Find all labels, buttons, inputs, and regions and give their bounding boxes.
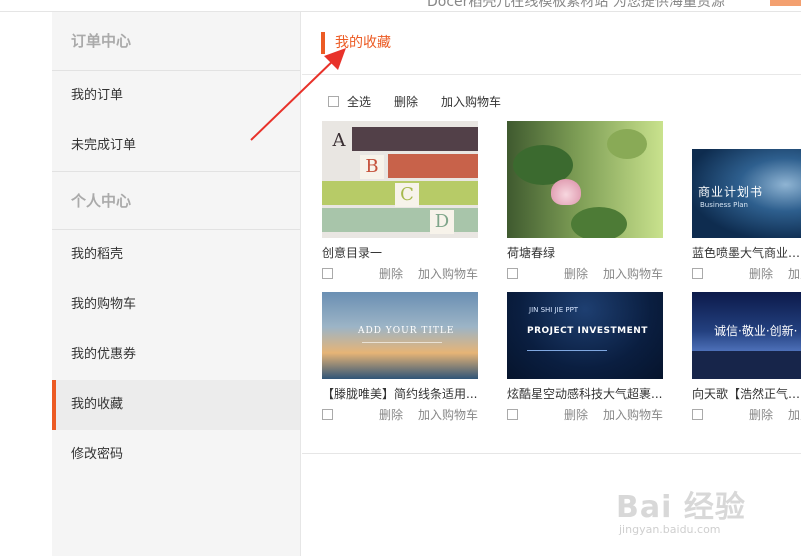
card-title[interactable]: 【滕胧唯美】简约线条适用... bbox=[322, 386, 478, 402]
sidebar-item-unfinished-orders[interactable]: 未完成订单 bbox=[52, 121, 300, 171]
thumb-lotus bbox=[551, 179, 581, 205]
card-add-to-cart-button[interactable]: 加入购物车 bbox=[603, 406, 663, 423]
card-title[interactable]: 蓝色喷墨大气商业计划书 bbox=[692, 245, 801, 261]
card-thumbnail[interactable]: ADD YOUR TITLE bbox=[322, 292, 478, 379]
thumb-line bbox=[527, 350, 607, 351]
thumb-skyline bbox=[692, 351, 801, 379]
watermark-logo: Bai 经验 bbox=[616, 490, 746, 525]
delete-button[interactable]: 删除 bbox=[394, 93, 418, 110]
watermark: Bai 经验 jingyan.baidu.com bbox=[616, 482, 746, 536]
title-divider bbox=[302, 74, 801, 75]
main-panel: 我的收藏 全选 删除 加入购物车 A B C D 创意目录一 删除 加入购物车 bbox=[302, 12, 801, 556]
card-checkbox[interactable] bbox=[507, 408, 518, 420]
sidebar-section-orders: 订单中心 bbox=[52, 12, 300, 71]
thumb-title: 商业计划书 bbox=[698, 185, 764, 199]
thumb-letter: D bbox=[430, 210, 454, 234]
sidebar-item-change-password[interactable]: 修改密码 bbox=[52, 430, 300, 480]
thumb-subtitle: Business Plan bbox=[700, 201, 748, 209]
card-actions: 删除 加入购物车 bbox=[507, 406, 663, 423]
card-checkbox[interactable] bbox=[692, 408, 703, 420]
card-actions: 删除 加入购物车 bbox=[322, 406, 478, 423]
thumb-title: ADD YOUR TITLE bbox=[358, 326, 455, 336]
card-actions: 删除 加入购物车 bbox=[692, 266, 801, 280]
sidebar-item-my-docer[interactable]: 我的稻壳 bbox=[52, 230, 300, 280]
thumb-leaf bbox=[607, 129, 647, 159]
card-checkbox[interactable] bbox=[322, 267, 333, 279]
bottom-divider bbox=[302, 453, 801, 454]
card-add-to-cart-button[interactable]: 加入购物车 bbox=[418, 406, 478, 423]
card-add-to-cart-button[interactable]: 加入购物车 bbox=[788, 406, 801, 422]
card-title[interactable]: 荷塘春绿 bbox=[507, 245, 663, 261]
select-all-label[interactable]: 全选 bbox=[347, 93, 371, 110]
thumb-bar bbox=[388, 154, 478, 178]
card-thumbnail[interactable]: JIN SHI JIE PPT PROJECT INVESTMENT bbox=[507, 292, 663, 379]
card-add-to-cart-button[interactable]: 加入购物车 bbox=[418, 265, 478, 282]
thumb-letter: C bbox=[395, 183, 419, 207]
favorite-card: 商业计划书 Business Plan 蓝色喷墨大气商业计划书 删除 加入购物车 bbox=[692, 149, 801, 280]
thumb-title: PROJECT INVESTMENT bbox=[527, 326, 648, 336]
card-thumbnail[interactable] bbox=[507, 121, 663, 238]
card-actions: 删除 加入购物车 bbox=[322, 265, 478, 282]
card-delete-button[interactable]: 删除 bbox=[379, 265, 403, 282]
top-banner-accent bbox=[770, 0, 801, 6]
thumb-letter: B bbox=[360, 155, 384, 179]
card-delete-button[interactable]: 删除 bbox=[749, 406, 773, 422]
thumb-bar bbox=[322, 208, 478, 232]
favorite-card: 荷塘春绿 删除 加入购物车 bbox=[507, 121, 663, 282]
card-checkbox[interactable] bbox=[692, 267, 703, 279]
select-all-checkbox[interactable] bbox=[328, 95, 339, 107]
sidebar-item-favorites[interactable]: 我的收藏 bbox=[52, 380, 300, 430]
card-delete-button[interactable]: 删除 bbox=[379, 406, 403, 423]
card-checkbox[interactable] bbox=[322, 408, 333, 420]
card-add-to-cart-button[interactable]: 加入购物车 bbox=[603, 265, 663, 282]
favorite-card: ADD YOUR TITLE 【滕胧唯美】简约线条适用... 删除 加入购物车 bbox=[322, 292, 478, 423]
favorite-card: 诚信·敬业·创新· 向天歌【浩然正气】企业文化 删除 加入购物车 bbox=[692, 292, 801, 421]
sidebar-section-personal: 个人中心 bbox=[52, 171, 300, 230]
card-delete-button[interactable]: 删除 bbox=[564, 265, 588, 282]
watermark-url: jingyan.baidu.com bbox=[619, 523, 721, 536]
card-add-to-cart-button[interactable]: 加入购物车 bbox=[788, 265, 801, 281]
card-actions: 删除 加入购物车 bbox=[692, 407, 801, 421]
thumb-top-text: JIN SHI JIE PPT bbox=[529, 306, 579, 314]
thumb-line bbox=[362, 342, 442, 343]
card-title[interactable]: 创意目录一 bbox=[322, 245, 478, 261]
thumb-bar bbox=[352, 127, 478, 151]
sidebar: 订单中心 我的订单 未完成订单 个人中心 我的稻壳 我的购物车 我的优惠券 我的… bbox=[52, 12, 301, 556]
favorite-card: A B C D 创意目录一 删除 加入购物车 bbox=[322, 121, 478, 282]
thumb-leaf bbox=[571, 207, 627, 238]
card-delete-button[interactable]: 删除 bbox=[564, 406, 588, 423]
page-title: 我的收藏 bbox=[335, 35, 391, 51]
card-title[interactable]: 向天歌【浩然正气】企业文化 bbox=[692, 386, 801, 402]
sidebar-item-cart[interactable]: 我的购物车 bbox=[52, 280, 300, 330]
card-thumbnail[interactable]: 诚信·敬业·创新· bbox=[692, 292, 801, 379]
favorite-card: JIN SHI JIE PPT PROJECT INVESTMENT 炫酷星空动… bbox=[507, 292, 663, 423]
page-title-wrap: 我的收藏 bbox=[321, 32, 391, 54]
card-checkbox[interactable] bbox=[507, 267, 518, 279]
thumb-title: 诚信·敬业·创新· bbox=[714, 324, 798, 338]
thumb-letter: A bbox=[332, 130, 346, 151]
top-banner-text: Docer稻壳儿在线模板素材站 为您提供海量资源 bbox=[427, 0, 725, 10]
card-actions: 删除 加入购物车 bbox=[507, 265, 663, 282]
sidebar-item-my-orders[interactable]: 我的订单 bbox=[52, 71, 300, 121]
add-to-cart-button[interactable]: 加入购物车 bbox=[441, 93, 501, 110]
sidebar-item-coupons[interactable]: 我的优惠券 bbox=[52, 330, 300, 380]
card-delete-button[interactable]: 删除 bbox=[749, 265, 773, 281]
card-title[interactable]: 炫酷星空动感科技大气超裹... bbox=[507, 386, 663, 402]
toolbar: 全选 删除 加入购物车 bbox=[328, 91, 524, 111]
card-thumbnail[interactable]: 商业计划书 Business Plan bbox=[692, 149, 801, 238]
card-thumbnail[interactable]: A B C D bbox=[322, 121, 478, 238]
top-banner: Docer稻壳儿在线模板素材站 为您提供海量资源 bbox=[0, 0, 801, 12]
